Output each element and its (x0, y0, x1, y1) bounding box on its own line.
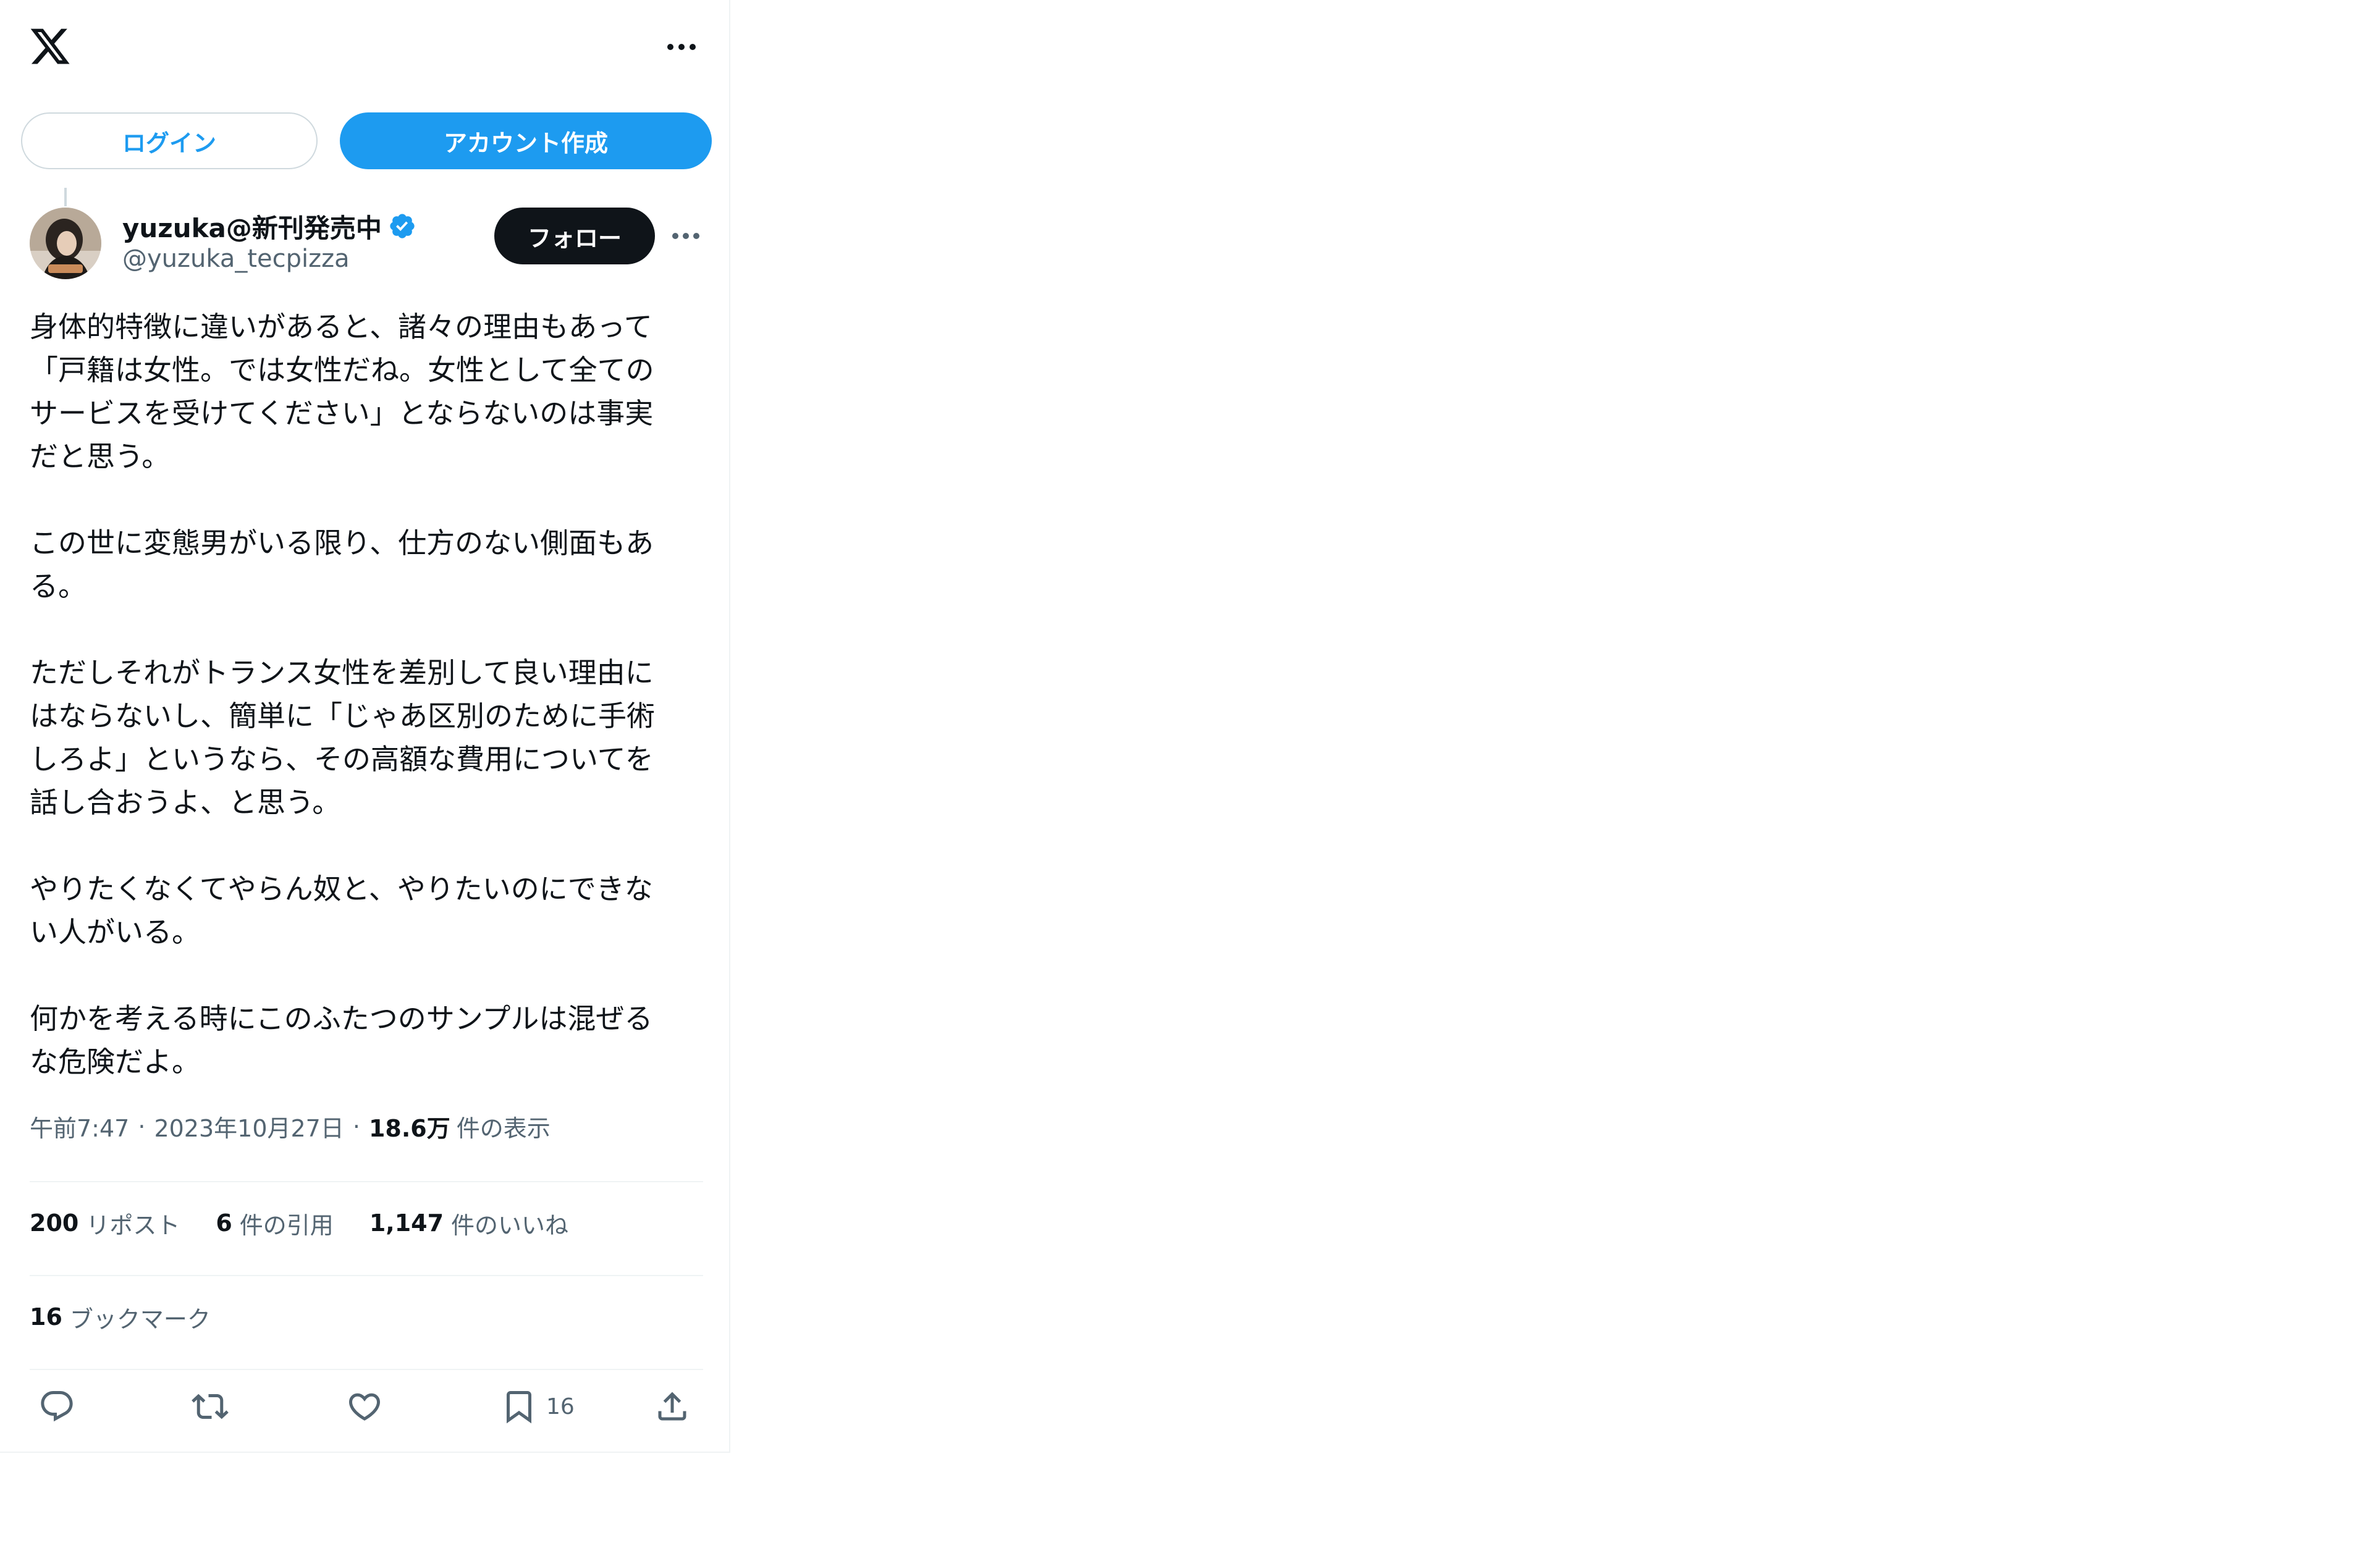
verified-badge-icon (390, 214, 415, 238)
bookmark-icon (507, 1391, 531, 1424)
bookmarks-label: ブックマーク (69, 1305, 211, 1333)
likes-label: 件のいいね (451, 1211, 569, 1239)
bookmarks-stat[interactable]: 16 ブックマーク (30, 1298, 211, 1335)
more-dot (693, 233, 699, 239)
more-dot (690, 44, 696, 50)
author-display-name[interactable]: yuzuka@新刊発売中 (122, 208, 382, 245)
tweet-date[interactable]: 2023年10月27日 (154, 1109, 344, 1143)
top-bar (0, 0, 729, 93)
meta-separator: · (138, 1112, 146, 1140)
more-dot (672, 233, 678, 239)
repost-button[interactable] (192, 1386, 229, 1427)
tweet-meta: 午前7:47 · 2023年10月27日 · 18.6万 件の表示 (30, 1109, 551, 1143)
likes-stat[interactable]: 1,147 件のいいね (369, 1206, 568, 1240)
reply-button[interactable] (38, 1386, 75, 1427)
quotes-label: 件の引用 (239, 1211, 334, 1239)
avatar-image (30, 208, 101, 279)
likes-count: 1,147 (369, 1209, 444, 1237)
signup-button[interactable]: アカウント作成 (340, 112, 712, 169)
action-bar: 16 (0, 1379, 729, 1434)
reposts-count: 200 (30, 1209, 79, 1237)
author-handle[interactable]: @yuzuka_tecpizza (122, 245, 350, 273)
bookmark-action-count: 16 (546, 1394, 575, 1419)
author-name-row: yuzuka@新刊発売中 (122, 209, 416, 243)
thread-line (64, 188, 67, 206)
views-count: 18.6万 (368, 1115, 450, 1142)
views-label: 件の表示 (456, 1115, 551, 1142)
share-button[interactable] (654, 1386, 691, 1427)
bookmarks-count: 16 (30, 1303, 62, 1331)
quotes-count: 6 (216, 1209, 232, 1237)
divider (30, 1181, 703, 1182)
tweet-text: 身体的特徴に違いがあると、諸々の理由もあって 「戸籍は女性。では女性だね。女性と… (30, 310, 655, 1078)
more-dot (667, 44, 673, 50)
reply-icon (41, 1391, 73, 1422)
share-icon (658, 1392, 686, 1421)
engagement-stats: 200 リポスト 6 件の引用 1,147 件のいいね (30, 1205, 604, 1242)
tweet-time[interactable]: 午前7:47 (30, 1109, 129, 1143)
divider (30, 1369, 703, 1370)
quotes-stat[interactable]: 6 件の引用 (216, 1206, 333, 1240)
follow-button[interactable]: フォロー (494, 208, 655, 264)
tweet-more-icon[interactable] (667, 224, 704, 248)
reposts-stat[interactable]: 200 リポスト (30, 1206, 180, 1240)
login-button[interactable]: ログイン (21, 112, 318, 169)
like-button[interactable] (346, 1386, 383, 1427)
meta-separator: · (352, 1112, 360, 1140)
bookmark-button[interactable]: 16 (500, 1386, 575, 1427)
reposts-label: リポスト (86, 1211, 180, 1239)
tweet-page: ログイン アカウント作成 yuzuka@新刊発売中 @yuzuka_tecpiz… (0, 0, 730, 1453)
repost-icon (192, 1394, 229, 1419)
more-dot (678, 44, 685, 50)
like-icon (348, 1393, 381, 1421)
more-dot (683, 233, 689, 239)
x-logo-icon[interactable] (28, 25, 72, 68)
more-options-icon[interactable] (660, 35, 703, 59)
avatar[interactable] (30, 208, 101, 279)
divider (30, 1275, 703, 1276)
